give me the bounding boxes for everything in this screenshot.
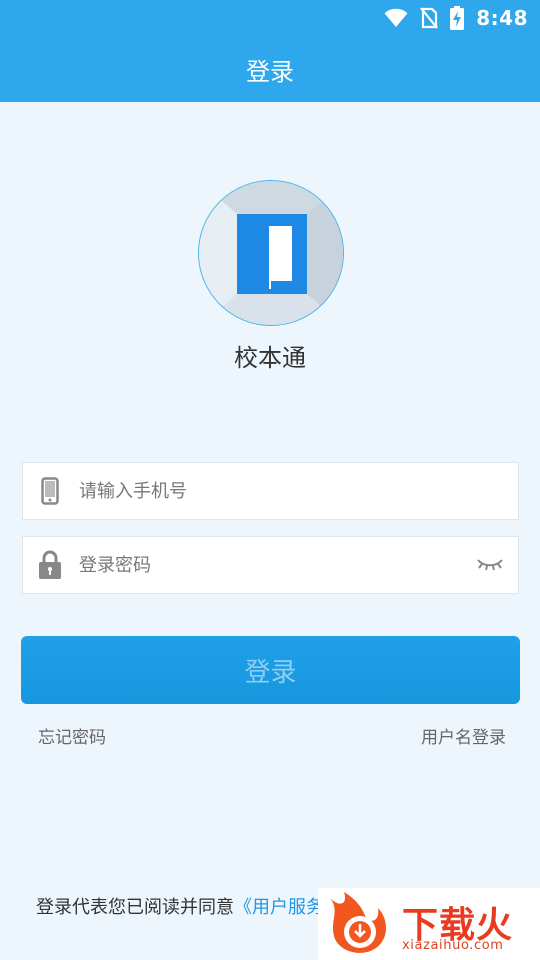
user-agreement-link[interactable]: 《用户服务 xyxy=(234,897,324,918)
login-button[interactable]: 登录 xyxy=(21,636,520,704)
password-field[interactable] xyxy=(22,536,519,594)
status-icons: 8:48 xyxy=(384,6,528,30)
app-name: 校本通 xyxy=(234,344,306,372)
eye-closed-icon xyxy=(477,559,503,571)
battery-charging-icon xyxy=(450,6,465,30)
status-bar: 8:48 xyxy=(0,0,540,36)
agreement-text: 登录代表您已阅读并同意《用户服务 xyxy=(36,893,324,919)
password-visibility-toggle[interactable] xyxy=(462,557,518,573)
lock-icon-wrap xyxy=(23,550,77,580)
phone-icon xyxy=(41,477,59,505)
title-bar: 登录 xyxy=(0,36,540,102)
page-title: 登录 xyxy=(246,57,294,86)
password-input[interactable] xyxy=(77,553,462,577)
watermark: 下载火 xiazaihuo.com xyxy=(318,888,540,960)
app-logo xyxy=(198,180,344,326)
phone-input[interactable] xyxy=(77,479,518,503)
agreement-prefix: 登录代表您已阅读并同意 xyxy=(36,897,234,918)
door-logo-icon xyxy=(199,181,343,325)
no-sim-icon xyxy=(420,7,439,29)
flame-logo-icon xyxy=(330,892,386,953)
forgot-password-link[interactable]: 忘记密码 xyxy=(38,723,106,748)
username-login-link[interactable]: 用户名登录 xyxy=(421,723,506,748)
phone-icon-wrap xyxy=(23,477,77,505)
phone-field[interactable] xyxy=(22,462,519,520)
lock-icon xyxy=(39,550,61,579)
wifi-icon xyxy=(384,8,408,27)
status-time: 8:48 xyxy=(476,6,528,30)
watermark-url: xiazaihuo.com xyxy=(402,938,504,953)
